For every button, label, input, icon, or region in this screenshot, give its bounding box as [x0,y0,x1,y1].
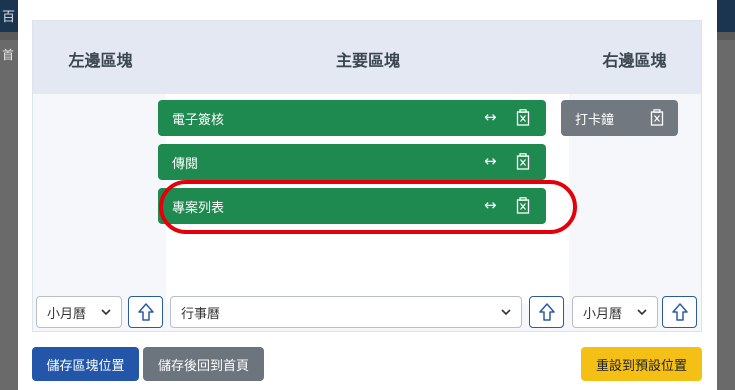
resize-horizontal-icon[interactable]: ↔ [484,108,497,126]
resize-horizontal-icon[interactable]: ↔ [484,152,497,170]
delete-icon[interactable] [516,153,530,170]
column-header-row: 左邊區塊 主要區塊 右邊區塊 [33,21,701,94]
left-block-select[interactable]: 小月曆 [36,296,122,328]
right-column-title: 右邊區塊 [602,51,667,70]
background-sidebar-text: 首 [2,48,15,62]
main-block-item[interactable]: 電子簽核 ↔ [158,100,546,136]
right-add-button[interactable] [662,296,697,328]
left-column-title: 左邊區塊 [68,51,133,70]
arrow-up-icon [138,303,154,321]
main-block-item[interactable]: 傳閱 ↔ [158,144,546,180]
chevron-down-icon [637,309,647,316]
main-column-title: 主要區塊 [335,51,400,70]
reset-default-button[interactable]: 重設到預設位置 [581,347,702,381]
chevron-down-icon [501,309,511,316]
delete-icon[interactable] [516,109,530,126]
right-block-select[interactable]: 小月曆 [572,296,658,328]
highlight-annotation [159,180,577,234]
background-topbar-text: 百 [2,10,16,25]
main-block-select[interactable]: 行事曆 [170,296,522,328]
arrow-up-icon [672,303,688,321]
background-sidebar: 首 [0,40,18,390]
arrow-up-icon [539,303,555,321]
save-and-home-button[interactable]: 儲存後回到首頁 [143,347,264,381]
layout-editor-modal: 左邊區塊 主要區塊 右邊區塊 電子簽核 ↔ 傳閱 ↔ 專案列表 ↔ 打卡鐘 小月… [18,0,717,390]
delete-icon[interactable] [650,109,664,126]
main-select-value: 行事曆 [181,306,221,322]
background-right-edge [716,40,735,390]
chevron-down-icon [101,309,111,316]
left-add-button[interactable] [128,296,163,328]
right-block-item[interactable]: 打卡鐘 [561,100,678,136]
main-add-button[interactable] [529,296,564,328]
save-layout-button[interactable]: 儲存區塊位置 [32,347,139,381]
